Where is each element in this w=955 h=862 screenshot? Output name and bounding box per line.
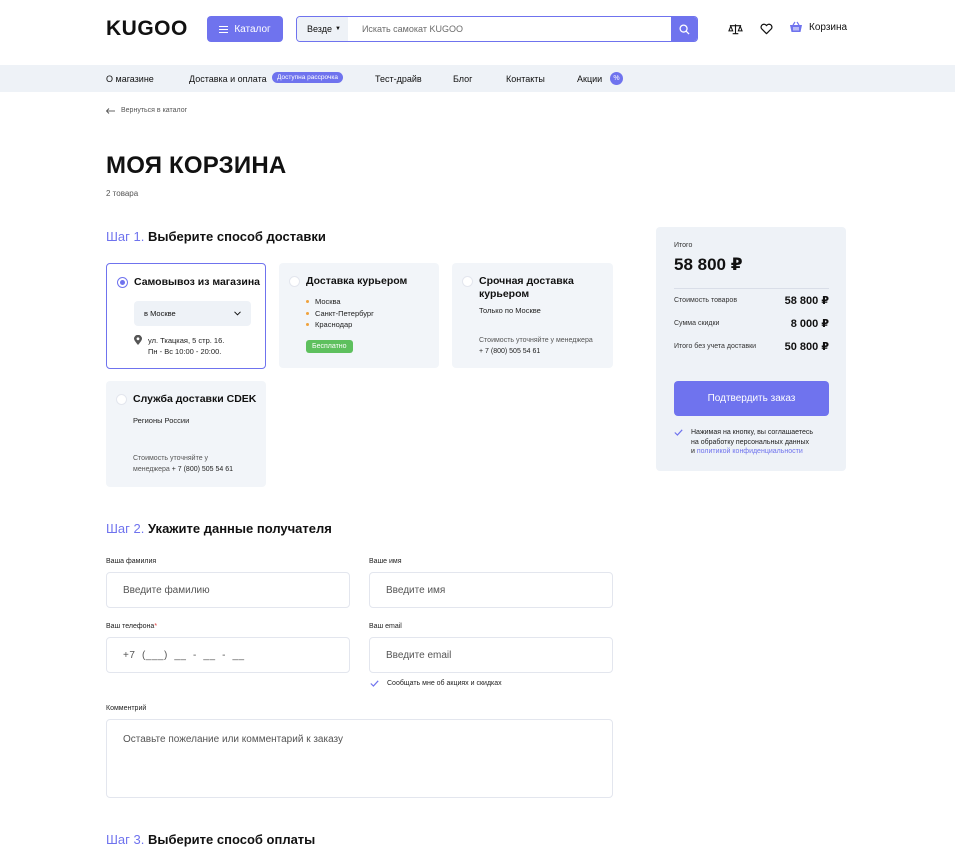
scales-icon [727,24,743,35]
cart-link[interactable]: Корзина [789,21,847,33]
express-note: Стоимость уточняйте у менеджера + 7 (800… [479,337,593,355]
divider [674,288,829,289]
arrow-left-icon [106,107,115,114]
pickup-address-line: ул. Ткацкая, 5 стр. 16. [148,336,225,345]
step-2-number: Шаг 2. [106,521,145,536]
menu-icon [219,25,229,33]
radio-pickup[interactable] [117,277,128,288]
express-phone: + 7 (800) 505 54 61 [479,348,541,355]
nav-item-contacts[interactable]: Контакты [506,74,545,84]
cdek-phone: + 7 (800) 505 54 61 [171,466,234,473]
logo[interactable]: KUGOO [106,17,188,41]
cdek-subtitle: Регионы России [133,416,190,425]
catalog-button-label: Каталог [234,23,271,35]
cdek-note: Стоимость уточняйте у менеджера + 7 (800… [133,455,234,473]
favorites-button[interactable] [758,21,774,37]
cdek-title: Служба доставки CDEK [133,393,257,405]
step-3-number: Шаг 3. [106,832,145,847]
search-button[interactable] [671,17,697,41]
list-item: Краснодар [306,319,374,331]
search-icon [678,23,690,35]
delivery-option-pickup[interactable]: Самовывоз из магазина в Москве ул. Ткацк… [106,263,266,369]
city-select[interactable]: в Москве [134,301,251,326]
phone-label: Ваш телефона* [106,623,158,630]
installment-badge[interactable]: Доступна рассрочка [272,72,343,83]
step-3-title: Выберите способ оплаты [147,832,316,847]
page-title: МОЯ КОРЗИНА [106,152,287,179]
search-input[interactable] [347,17,671,41]
step-1-number: Шаг 1. [106,229,145,244]
nav-item-promotions[interactable]: Акции [577,74,602,84]
back-link-label: Вернуться в каталог [121,107,188,114]
list-item: Москва [306,296,374,308]
subscribe-checkbox[interactable]: Сообщать мне об акциях и скидках [370,680,502,687]
step-1-heading: Шаг 1. Выберите способ доставки [106,229,326,244]
pickup-hours-line: Пн - Вс 10:00 - 20:00. [148,347,222,356]
order-summary: Итого 58 800 ₽ Стоимость товаров 58 800 ₽… [656,227,846,471]
search-bar: Везде ▼ [296,16,698,42]
step-1-title: Выберите способ доставки [147,229,326,244]
courier-title: Доставка курьером [306,275,408,287]
phone-input[interactable] [106,637,350,673]
express-subtitle: Только по Москве [479,306,541,315]
name-input[interactable] [369,572,613,608]
step-2-heading: Шаг 2. Укажите данные получателя [106,521,332,536]
check-icon [674,429,683,436]
comment-label: Комментрий [106,705,147,712]
percent-badge: % [610,72,623,85]
summary-row: Итого без учета доставки 50 800 ₽ [674,341,829,353]
delivery-option-express[interactable]: Срочная доставка курьером Только по Москв… [452,263,613,368]
search-scope-label: Везде [307,24,332,34]
summary-label: Итого [674,242,693,249]
surname-label: Ваша фамилия [106,558,157,565]
summary-total: 58 800 ₽ [674,255,743,274]
step-2-title: Укажите данные получателя [147,521,332,536]
compare-button[interactable] [727,21,743,37]
radio-cdek[interactable] [116,394,127,405]
free-badge: Бесплатно [306,340,353,353]
city-select-value: в Москве [144,309,176,318]
back-to-catalog-link[interactable]: Вернуться в каталог [106,107,187,114]
step-3-heading: Шаг 3. Выберите способ оплаты [106,832,315,847]
subscribe-label: Сообщать мне об акциях и скидках [387,680,502,687]
pickup-title: Самовывоз из магазина [134,276,260,288]
nav-item-test-drive[interactable]: Тест-драйв [375,74,422,84]
nav-item-blog[interactable]: Блог [453,74,472,84]
delivery-option-courier[interactable]: Доставка курьером Москва Санкт-Петербург… [279,263,439,368]
item-count: 2 товара [106,189,139,198]
cart-label: Корзина [809,21,848,33]
email-input[interactable] [369,637,613,673]
list-item: Санкт-Петербург [306,308,374,320]
radio-express[interactable] [462,276,473,287]
caret-down-icon: ▼ [335,26,341,32]
catalog-button[interactable]: Каталог [207,16,283,42]
nav-item-delivery[interactable]: Доставка и оплата [189,74,267,84]
nav-item-about[interactable]: О магазине [106,74,154,84]
basket-icon [790,21,802,32]
confirm-order-button[interactable]: Подтвердить заказ [674,381,829,416]
email-label: Ваш email [369,623,402,630]
surname-input[interactable] [106,572,350,608]
pickup-address: ул. Ткацкая, 5 стр. 16. Пн - Вс 10:00 - … [134,335,224,357]
location-pin-icon [134,335,142,345]
express-title: Срочная доставка курьером [479,275,574,300]
check-icon [370,680,379,687]
search-scope-select[interactable]: Везде ▼ [297,17,348,41]
delivery-option-cdek[interactable]: Служба доставки CDEK Регионы России Стои… [106,381,266,487]
heart-icon [759,23,773,35]
comment-textarea[interactable] [106,719,613,798]
summary-row: Сумма скидки 8 000 ₽ [674,318,829,330]
radio-courier[interactable] [289,276,300,287]
chevron-down-icon [234,311,241,316]
courier-city-list: Москва Санкт-Петербург Краснодар [306,296,374,331]
name-label: Ваше имя [369,558,402,565]
consent-checkbox[interactable]: Нажимая на кнопку, вы соглашаетесь на об… [674,428,834,457]
privacy-policy-link[interactable]: политикой конфиденциальности [697,448,803,455]
summary-row: Стоимость товаров 58 800 ₽ [674,295,829,307]
